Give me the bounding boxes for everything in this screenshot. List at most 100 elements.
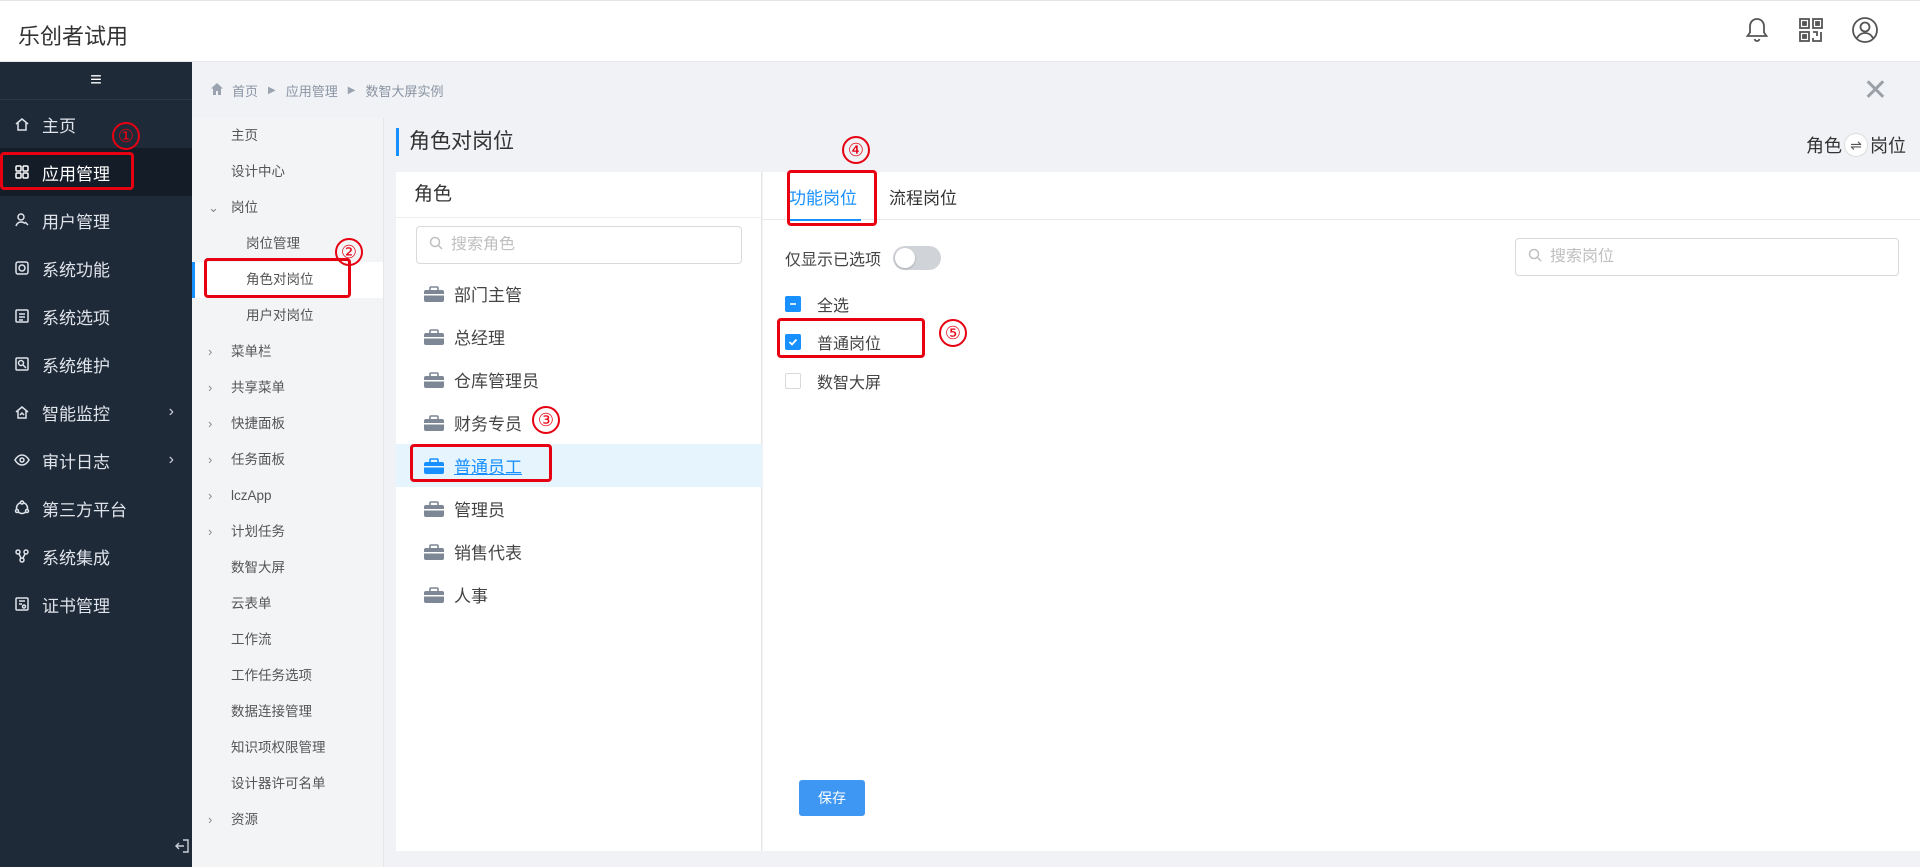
select-all-checkbox[interactable] bbox=[785, 296, 801, 312]
breadcrumb-item[interactable]: 应用管理 bbox=[286, 81, 338, 100]
user-circle-icon[interactable] bbox=[1850, 15, 1880, 45]
sidebar-item-system-functions[interactable]: 系统功能 bbox=[0, 244, 192, 292]
cert-icon bbox=[14, 596, 30, 612]
subnav-item[interactable]: 知识项权限管理 bbox=[192, 730, 383, 766]
sidebar-item-system-integration[interactable]: 系统集成 bbox=[0, 532, 192, 580]
subnav-item-role-to-post[interactable]: 角色对岗位 bbox=[192, 258, 383, 298]
post-search[interactable] bbox=[1515, 238, 1899, 276]
home-icon[interactable] bbox=[210, 82, 224, 99]
chevron-right-icon: › bbox=[208, 452, 213, 467]
subnav-label: 计划任务 bbox=[231, 524, 285, 539]
sidebar-item-certificate[interactable]: 证书管理 bbox=[0, 580, 192, 628]
save-button[interactable]: 保存 bbox=[799, 780, 865, 816]
switch-left-label: 角色 bbox=[1806, 136, 1842, 156]
select-all-row[interactable]: 全选 bbox=[785, 292, 849, 316]
subnav-item[interactable]: › lczApp bbox=[192, 478, 383, 514]
role-label: 总经理 bbox=[454, 329, 505, 348]
role-item[interactable]: 总经理 bbox=[396, 315, 762, 358]
post-checkbox[interactable] bbox=[785, 334, 801, 350]
briefcase-icon bbox=[424, 500, 444, 517]
role-item[interactable]: 财务专员 bbox=[396, 401, 762, 444]
subnav-label: 岗位管理 bbox=[246, 236, 300, 251]
annotation-number-1: ① bbox=[112, 122, 140, 150]
breadcrumb-item[interactable]: 首页 bbox=[232, 81, 258, 100]
role-search[interactable] bbox=[416, 226, 742, 264]
sidebar-item-label: 系统维护 bbox=[42, 356, 110, 376]
sidebar-item-smart-monitor[interactable]: 智能监控 › bbox=[0, 388, 192, 436]
post-search-input[interactable] bbox=[1550, 248, 1890, 266]
subnav-item-posts[interactable]: ⌄ 岗位 bbox=[192, 190, 383, 226]
swap-icon[interactable]: ⇌ bbox=[1844, 133, 1868, 157]
breadcrumb-item[interactable]: 数智大屏实例 bbox=[365, 81, 443, 100]
briefcase-icon bbox=[424, 543, 444, 560]
annotation-number-4: ④ bbox=[842, 136, 870, 164]
post-item[interactable]: 数智大屏 bbox=[785, 369, 881, 393]
sidebar-item-label: 智能监控 bbox=[42, 404, 110, 424]
role-item[interactable]: 管理员 bbox=[396, 487, 762, 530]
sidebar-item-home[interactable]: 主页 bbox=[0, 100, 192, 148]
briefcase-icon bbox=[424, 285, 444, 302]
sidebar-item-system-options[interactable]: 系统选项 bbox=[0, 292, 192, 340]
role-item-selected[interactable]: 普通员工 bbox=[396, 444, 762, 487]
annotation-number-2: ② bbox=[335, 238, 363, 266]
subnav-item[interactable]: › 资源 bbox=[192, 802, 383, 838]
menu-toggle-icon[interactable]: ≡ bbox=[0, 62, 192, 100]
subnav-label: 任务面板 bbox=[231, 452, 285, 467]
subnav-item[interactable]: 工作流 bbox=[192, 622, 383, 658]
qrcode-icon[interactable] bbox=[1796, 15, 1826, 45]
monitor-icon bbox=[14, 404, 30, 420]
annotation-number-3: ③ bbox=[532, 406, 560, 434]
subnav-label: 知识项权限管理 bbox=[231, 740, 326, 755]
subnav-label: 用户对岗位 bbox=[246, 308, 314, 323]
subnav-item[interactable]: › 任务面板 bbox=[192, 442, 383, 478]
briefcase-icon bbox=[424, 328, 444, 345]
role-list: 部门主管 总经理 仓库管理员 财务专员 普通员工 管理员 销售代表 人事 bbox=[396, 272, 762, 616]
sidebar-item-user-management[interactable]: 用户管理 bbox=[0, 196, 192, 244]
post-label: 数智大屏 bbox=[817, 375, 882, 392]
sidebar-item-third-party[interactable]: 第三方平台 bbox=[0, 484, 192, 532]
breadcrumb-separator-icon: ▶ bbox=[268, 84, 276, 96]
role-item[interactable]: 人事 bbox=[396, 573, 762, 616]
role-item[interactable]: 销售代表 bbox=[396, 530, 762, 573]
subnav-item[interactable]: 设计中心 bbox=[192, 154, 383, 190]
subnav-item[interactable]: › 菜单栏 bbox=[192, 334, 383, 370]
sidebar-item-app-management[interactable]: 应用管理 bbox=[0, 148, 192, 196]
subnav-item[interactable]: 数据连接管理 bbox=[192, 694, 383, 730]
integration-icon bbox=[14, 548, 30, 564]
role-item[interactable]: 仓库管理员 bbox=[396, 358, 762, 401]
subnav-item[interactable]: › 共享菜单 bbox=[192, 370, 383, 406]
role-search-input[interactable] bbox=[451, 236, 731, 254]
role-item[interactable]: 部门主管 bbox=[396, 272, 762, 315]
subnav-item[interactable]: › 计划任务 bbox=[192, 514, 383, 550]
sidebar-item-system-maintenance[interactable]: 系统维护 bbox=[0, 340, 192, 388]
tab-function-posts[interactable]: 功能岗位 bbox=[789, 184, 861, 221]
only-selected-toggle[interactable] bbox=[893, 246, 942, 270]
briefcase-icon bbox=[424, 414, 444, 431]
role-post-switch[interactable]: 角色 ⇌ 岗位 bbox=[1806, 132, 1906, 158]
only-selected-label: 仅显示已选项 bbox=[785, 252, 882, 269]
subnav-label: 数智大屏 bbox=[231, 560, 285, 575]
select-all-label: 全选 bbox=[817, 298, 850, 315]
sidebar-item-audit-log[interactable]: 审计日志 › bbox=[0, 436, 192, 484]
subnav-label: 工作任务选项 bbox=[231, 668, 312, 683]
main-sidebar: ≡ 主页 应用管理 用户管理 系统功能 系统选项 系统维护 智能监控 › 审计日… bbox=[0, 62, 192, 867]
briefcase-icon bbox=[424, 371, 444, 388]
bell-icon[interactable] bbox=[1742, 15, 1772, 45]
search-icon bbox=[429, 236, 443, 255]
tab-process-posts[interactable]: 流程岗位 bbox=[889, 184, 957, 209]
subnav-item[interactable]: 主页 bbox=[192, 118, 383, 154]
roles-panel-title: 角色 bbox=[396, 172, 761, 218]
post-checkbox[interactable] bbox=[785, 373, 801, 389]
subnav-item[interactable]: 云表单 bbox=[192, 586, 383, 622]
subnav-item[interactable]: 工作任务选项 bbox=[192, 658, 383, 694]
collapse-sidebar-icon[interactable] bbox=[174, 838, 190, 859]
subnav-item[interactable]: 用户对岗位 bbox=[192, 298, 383, 334]
subnav-item[interactable]: 数智大屏 bbox=[192, 550, 383, 586]
briefcase-icon bbox=[424, 457, 444, 474]
close-icon[interactable]: ✕ bbox=[1863, 76, 1888, 106]
post-item[interactable]: 普通岗位 bbox=[785, 330, 881, 354]
subnav-label: 设计中心 bbox=[231, 164, 285, 179]
subnav-item[interactable]: › 快捷面板 bbox=[192, 406, 383, 442]
home-icon bbox=[14, 116, 30, 132]
subnav-item[interactable]: 设计器许可名单 bbox=[192, 766, 383, 802]
